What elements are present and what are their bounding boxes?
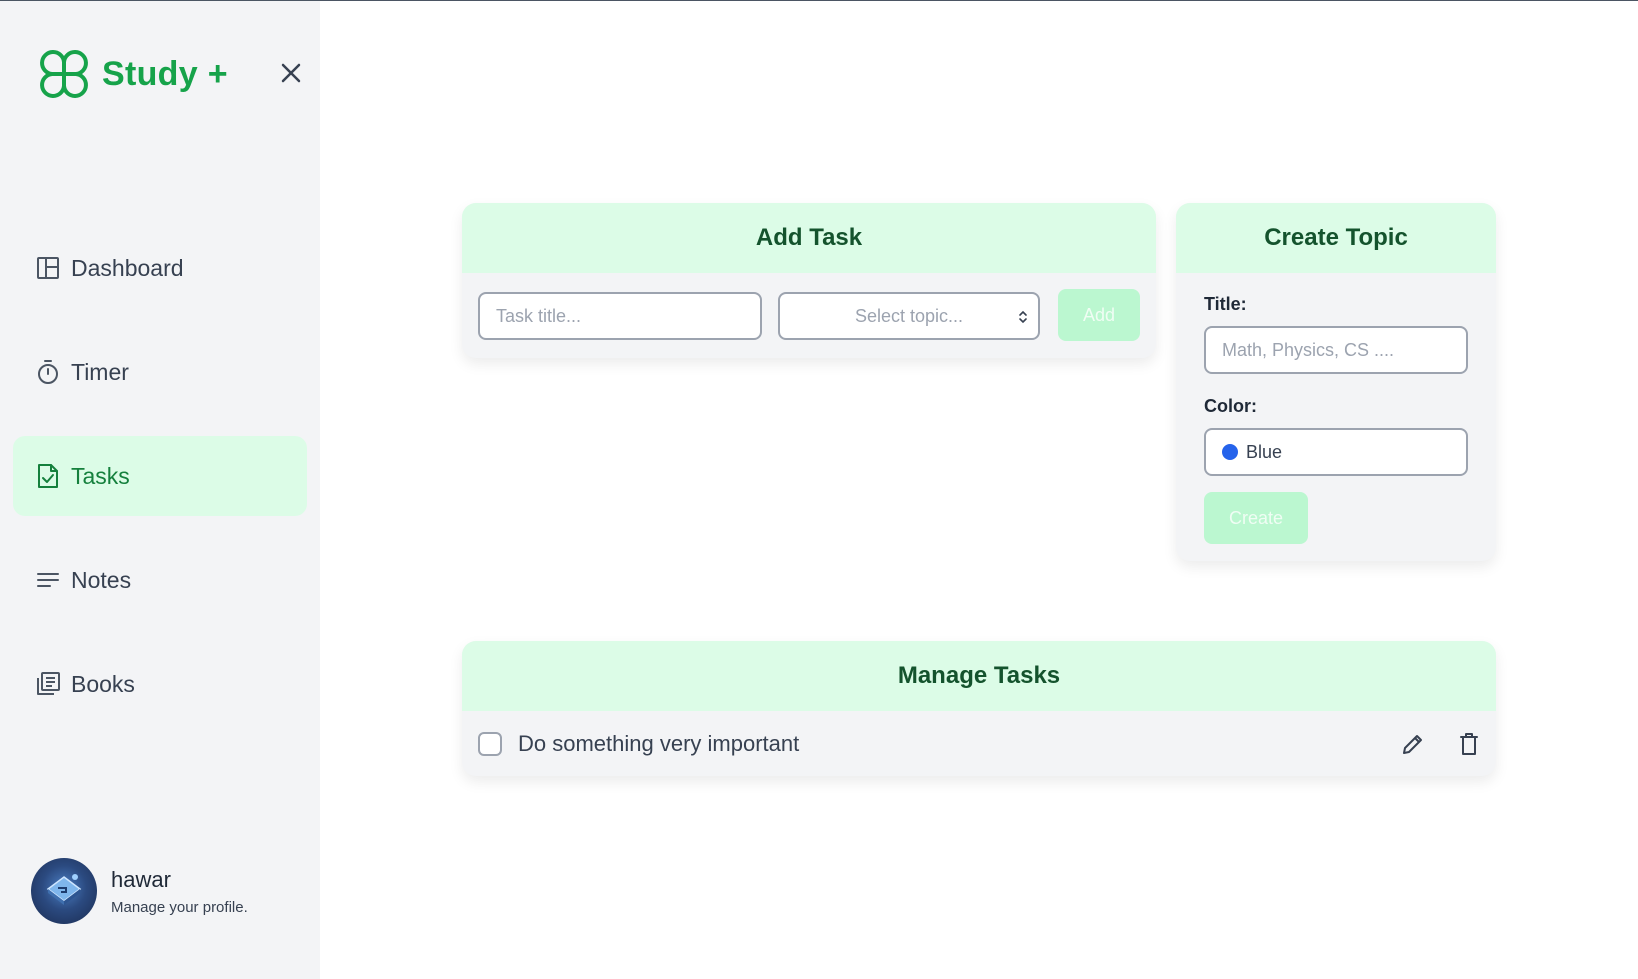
select-arrows-icon bbox=[1019, 310, 1027, 324]
sidebar-item-label: Books bbox=[71, 670, 135, 697]
avatar bbox=[31, 858, 97, 924]
profile-name: hawar bbox=[111, 866, 171, 892]
avatar-chip-icon bbox=[46, 874, 82, 905]
sidebar: Study + Dashboard Timer Tasks Notes Book… bbox=[0, 0, 320, 979]
add-task-card: Add Task Task title... Select topic... A… bbox=[462, 203, 1156, 358]
topic-title-placeholder: Math, Physics, CS .... bbox=[1222, 339, 1395, 360]
manage-tasks-title: Manage Tasks bbox=[462, 641, 1496, 711]
task-title-placeholder: Task title... bbox=[496, 305, 582, 326]
trash-icon[interactable] bbox=[1456, 731, 1482, 757]
sidebar-item-tasks[interactable]: Tasks bbox=[13, 436, 307, 516]
sidebar-item-label: Timer bbox=[71, 358, 129, 385]
sidebar-item-label: Dashboard bbox=[71, 254, 184, 281]
add-task-title: Add Task bbox=[462, 203, 1156, 273]
create-topic-button[interactable]: Create bbox=[1204, 492, 1308, 544]
pencil-icon[interactable] bbox=[1400, 731, 1426, 757]
sidebar-item-timer[interactable]: Timer bbox=[13, 332, 307, 412]
profile-subtitle: Manage your profile. bbox=[111, 898, 248, 916]
manage-tasks-card: Manage Tasks Do something very important bbox=[462, 641, 1496, 776]
task-row: Do something very important bbox=[462, 711, 1496, 776]
profile-card[interactable]: hawar Manage your profile. bbox=[31, 858, 248, 924]
topic-color-select[interactable]: Blue bbox=[1204, 428, 1468, 476]
topic-select-placeholder: Select topic... bbox=[854, 305, 964, 326]
file-check-icon bbox=[35, 463, 61, 489]
topic-color-value: Blue bbox=[1246, 441, 1283, 462]
sidebar-item-books[interactable]: Books bbox=[13, 644, 307, 724]
sidebar-item-label: Tasks bbox=[71, 462, 130, 489]
lines-icon bbox=[35, 567, 61, 593]
task-text: Do something very important bbox=[518, 731, 800, 756]
topic-color-label: Color: bbox=[1204, 396, 1257, 416]
sidebar-item-notes[interactable]: Notes bbox=[13, 540, 307, 620]
sidebar-nav: Dashboard Timer Tasks Notes Books bbox=[13, 228, 307, 748]
add-task-button[interactable]: Add bbox=[1058, 289, 1140, 341]
topic-select[interactable]: Select topic... bbox=[778, 292, 1040, 340]
library-icon bbox=[35, 671, 61, 697]
create-topic-title: Create Topic bbox=[1176, 203, 1496, 273]
brand[interactable]: Study + bbox=[36, 46, 228, 102]
topic-title-input[interactable]: Math, Physics, CS .... bbox=[1204, 326, 1468, 374]
sidebar-item-dashboard[interactable]: Dashboard bbox=[13, 228, 307, 308]
task-title-input[interactable]: Task title... bbox=[478, 292, 762, 340]
brand-name: Study + bbox=[102, 54, 228, 93]
top-border bbox=[0, 0, 1638, 1]
clover-logo-icon bbox=[40, 50, 88, 98]
sidebar-item-label: Notes bbox=[71, 566, 132, 593]
create-topic-card: Create Topic Title: Math, Physics, CS ..… bbox=[1176, 203, 1496, 561]
topic-title-label: Title: bbox=[1204, 294, 1247, 314]
close-icon[interactable] bbox=[278, 60, 304, 86]
dashboard-layout-icon bbox=[35, 255, 61, 281]
task-checkbox[interactable] bbox=[478, 732, 502, 756]
color-swatch bbox=[1222, 444, 1238, 460]
stopwatch-icon bbox=[35, 359, 61, 385]
